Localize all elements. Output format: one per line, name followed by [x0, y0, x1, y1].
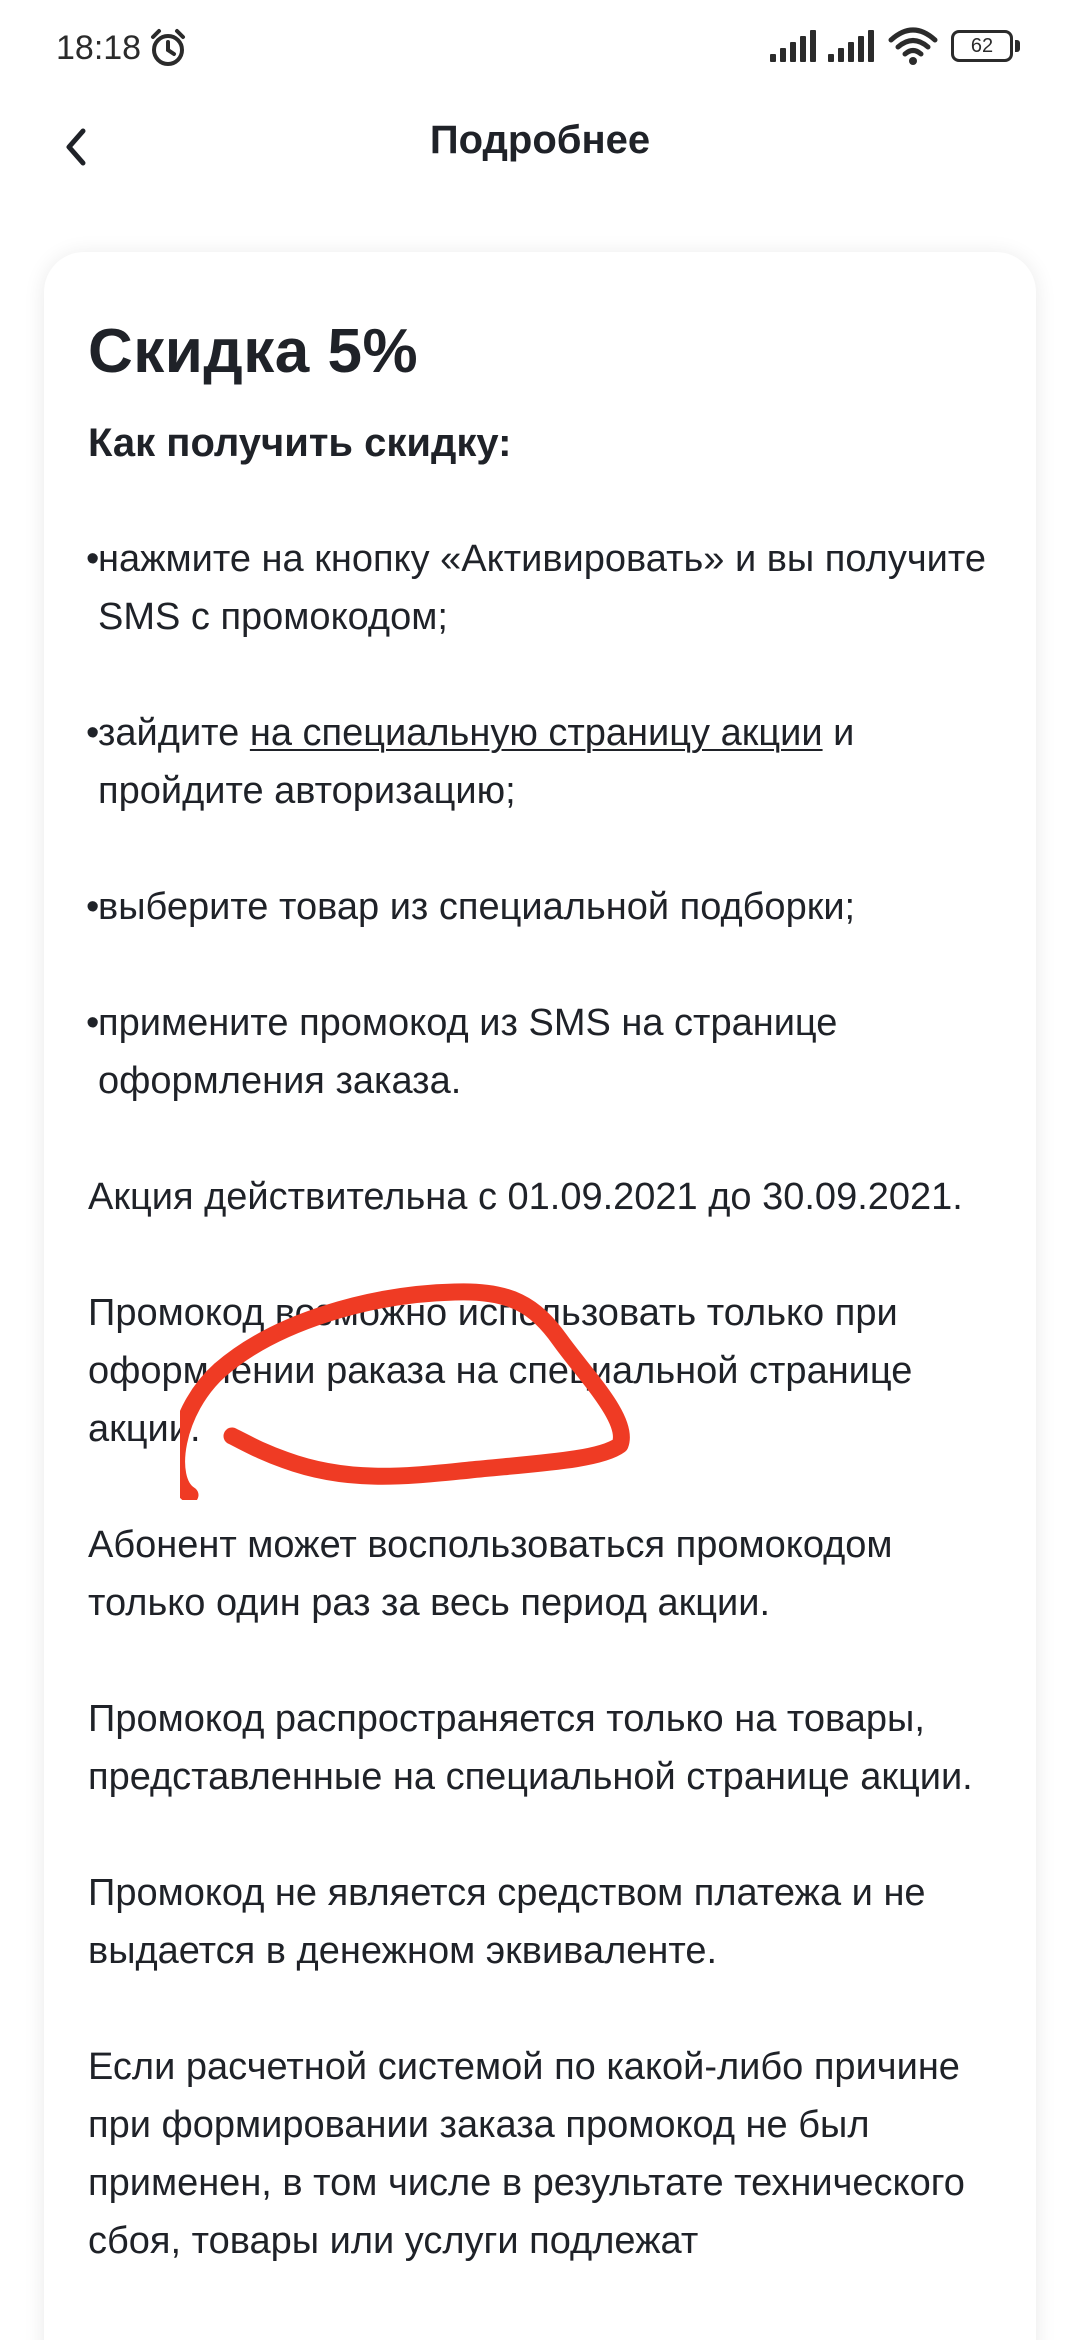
- special-page-link[interactable]: на специальную страницу акции: [250, 712, 823, 754]
- step-item-activate: • нажмите на кнопку «Активировать» и вы …: [86, 530, 1018, 646]
- status-bar: 18:18 62: [0, 0, 1080, 96]
- battery-icon: 62: [951, 30, 1021, 64]
- bullet: •: [86, 712, 100, 754]
- bullet: •: [86, 886, 100, 928]
- battery-level: 62: [951, 30, 1013, 62]
- wifi-icon: [888, 27, 938, 65]
- page-title: Подробнее: [429, 118, 651, 162]
- step-item-apply-promo: • примените промокод из SMS на странице …: [86, 994, 1018, 1110]
- alarm-icon: [151, 29, 185, 66]
- bullet: •: [86, 1002, 100, 1044]
- discount-title: Скидка 5%: [88, 317, 419, 386]
- promo-products-condition: Промокод распространяется только на това…: [88, 1698, 973, 1798]
- step-text-before-link: зайдите: [98, 712, 250, 754]
- step-text: выберите товар из специальной подборки;: [98, 886, 856, 928]
- how-to-title: Как получить скидку:: [88, 421, 512, 465]
- promo-payment-condition: Промокод не является средством платежа и…: [88, 1872, 926, 1972]
- promo-once-condition: Абонент может воспользоваться промокодом…: [88, 1524, 893, 1624]
- promo-failure-condition: Если расчетной системой по какой-либо пр…: [88, 2046, 965, 2262]
- offer-card: Скидка 5% Как получить скидку: • нажмите…: [44, 252, 1036, 2340]
- promo-usage-condition: Промокод возможно использовать только пр…: [88, 1292, 913, 1450]
- step-item-select-product: • выберите товар из специальной подборки…: [86, 878, 1018, 936]
- step-text: нажмите на кнопку «Активировать» и вы по…: [98, 538, 986, 638]
- status-time: 18:18: [56, 29, 142, 67]
- app-header: Подробнее: [0, 96, 1080, 216]
- offer-validity: Акция действительна с 01.09.2021 до 30.0…: [88, 1176, 963, 1218]
- signal-icon: [828, 30, 874, 62]
- signal-icon: [770, 30, 816, 62]
- battery-tip: [1015, 40, 1020, 52]
- offer-card-content: Скидка 5% Как получить скидку: • нажмите…: [86, 312, 1018, 2328]
- bullet: •: [86, 538, 100, 580]
- step-item-authorize: • зайдите на специальную страницу акции …: [86, 704, 1018, 820]
- step-text: примените промокод из SMS на странице оф…: [98, 1002, 838, 1102]
